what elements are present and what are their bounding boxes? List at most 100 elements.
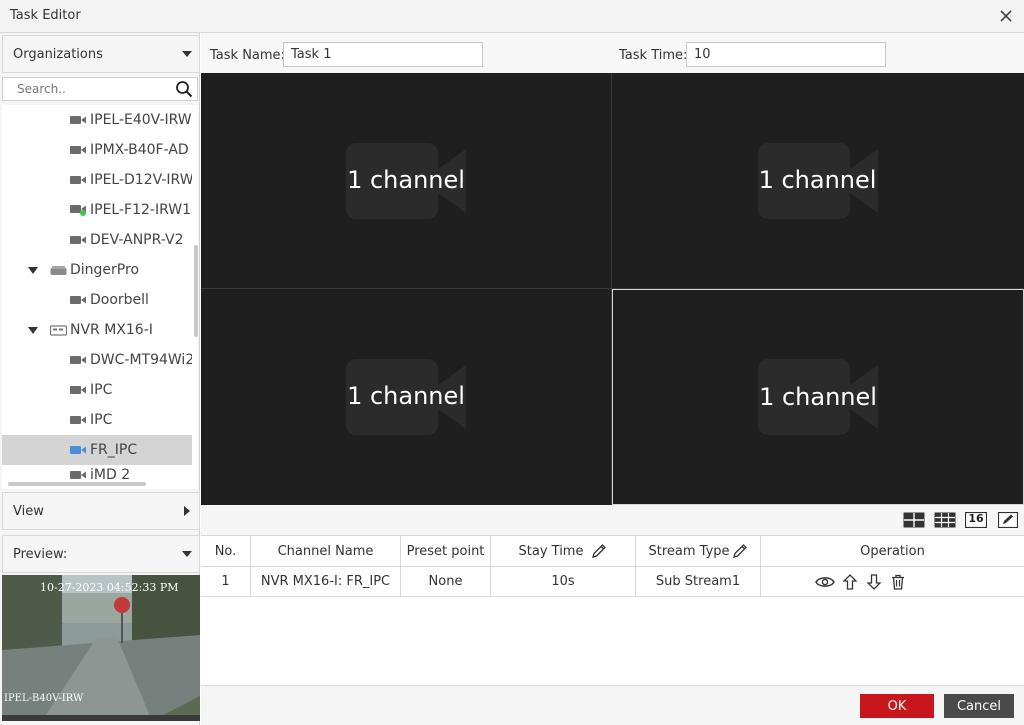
header-channel-name-label: Channel Name	[277, 543, 374, 559]
tree-item-camera[interactable]: IPEL-F12-IRW1	[2, 195, 192, 225]
tree-item-label: IPC	[90, 382, 113, 398]
camera-online-icon	[70, 204, 86, 216]
table-header: No. Channel Name Preset point Stay Time …	[201, 536, 1024, 567]
task-form: Task Name: Task Time:	[201, 33, 1024, 73]
device-icon	[50, 265, 67, 276]
tree-item-label: FR_IPC	[90, 442, 138, 458]
preview-video[interactable]: 10-27-2023 04:52:33 PM IPEL-B40V-IRW	[2, 575, 200, 721]
cell-preset-point[interactable]: None	[401, 567, 491, 596]
header-stay-time: Stay Time	[491, 536, 636, 566]
camera-icon	[70, 295, 86, 305]
organizations-dropdown[interactable]: Organizations	[2, 35, 200, 73]
table-row[interactable]: 1 NVR MX16-I: FR_IPC None 10s Sub Stream…	[201, 567, 1024, 597]
cell-stream-type[interactable]: Sub Stream1	[636, 567, 761, 596]
tree-item-camera[interactable]: DWC-MT94Wi2	[2, 345, 192, 375]
camera-icon	[70, 385, 86, 395]
dialog-footer: OK Cancel	[201, 685, 1024, 725]
pencil-edit-icon[interactable]	[732, 543, 748, 559]
search-icon[interactable]	[175, 80, 193, 102]
ok-button[interactable]: OK	[860, 694, 934, 718]
pencil-edit-icon[interactable]	[591, 543, 607, 559]
caret-right-icon	[175, 506, 199, 516]
preview-timestamp: 10-27-2023 04:52:33 PM	[40, 581, 179, 594]
cell-operation	[761, 567, 1024, 596]
move-down-icon[interactable]	[865, 573, 883, 591]
header-no: No.	[201, 536, 251, 566]
header-operation: Operation	[761, 536, 1024, 566]
close-icon[interactable]	[996, 6, 1016, 26]
grid-2x2-icon[interactable]	[903, 511, 925, 529]
tree-item-label: IPEL-F12-IRW1	[90, 202, 191, 218]
tree-item-label: Doorbell	[90, 292, 149, 308]
nvr-icon	[50, 324, 67, 336]
tree-item-camera[interactable]: IPEL-D12V-IRW	[2, 165, 192, 195]
trash-delete-icon[interactable]	[889, 573, 907, 591]
cell-channel-name: NVR MX16-I: FR_IPC	[251, 567, 401, 596]
view-panel-header[interactable]: View	[2, 492, 200, 530]
tree-item-label: DEV-ANPR-V2	[90, 232, 184, 248]
search-box	[2, 77, 198, 101]
video-cell[interactable]: 1 channel	[612, 73, 1023, 289]
header-stream-type-label: Stream Type	[648, 543, 730, 559]
preview-panel-header[interactable]: Preview:	[2, 535, 200, 573]
video-cell[interactable]: 1 channel	[201, 73, 612, 289]
caret-down-icon	[175, 51, 199, 57]
tree-item-camera-selected[interactable]: FR_IPC	[2, 435, 192, 465]
header-preset-point: Preset point	[401, 536, 491, 566]
move-up-icon[interactable]	[841, 573, 859, 591]
grid-16-label: 16	[968, 512, 984, 525]
camera-icon	[70, 145, 86, 155]
tree-item-camera[interactable]: IPEL-E40V-IRW	[2, 105, 192, 135]
camera-icon	[70, 175, 86, 185]
camera-icon	[70, 115, 86, 125]
camera-icon	[70, 415, 86, 425]
tree-vertical-scrollbar[interactable]	[194, 245, 198, 337]
cancel-button[interactable]: Cancel	[944, 694, 1014, 718]
tree-item-label: IPMX-B40F-AD	[90, 142, 189, 158]
tree-item-device[interactable]: DingerPro	[2, 255, 192, 285]
cell-stay-time[interactable]: 10s	[491, 567, 636, 596]
header-stay-time-label: Stay Time	[518, 543, 584, 559]
tree-item-label: IPEL-E40V-IRW	[90, 112, 192, 128]
tree-horizontal-scrollbar[interactable]	[8, 482, 146, 486]
channel-label: 1 channel	[347, 382, 465, 410]
task-time-label: Task Time:	[619, 48, 688, 63]
search-input[interactable]	[3, 78, 173, 100]
camera-selected-icon	[70, 445, 86, 455]
preview-label: Preview:	[13, 546, 68, 562]
task-time-input[interactable]	[686, 42, 886, 67]
tree-item-camera[interactable]: DEV-ANPR-V2	[2, 225, 192, 255]
video-cell-active[interactable]: 1 channel	[612, 289, 1024, 505]
tree-item-label: IPEL-D12V-IRW	[90, 172, 192, 188]
title-bar: Task Editor	[0, 0, 1024, 33]
organizations-label: Organizations	[13, 46, 103, 62]
tree-item-label: IPC	[90, 412, 113, 428]
view-label: View	[13, 503, 44, 519]
caret-down-icon	[175, 551, 199, 557]
operation-icons	[814, 573, 907, 591]
grid-16-icon[interactable]: 16	[965, 511, 987, 529]
header-channel-name: Channel Name	[251, 536, 401, 566]
tree-item-camera[interactable]: IPMX-B40F-AD	[2, 135, 192, 165]
tree-item-camera[interactable]: IPC	[2, 405, 192, 435]
expand-arrow-icon[interactable]	[26, 263, 40, 277]
tree-item-camera[interactable]: IPC	[2, 375, 192, 405]
channel-label: 1 channel	[759, 383, 877, 411]
grid-3x3-icon[interactable]	[934, 511, 956, 529]
window-title: Task Editor	[10, 8, 81, 23]
device-tree: IPEL-E40V-IRW IPMX-B40F-AD IPEL-D12V-IRW…	[2, 105, 198, 489]
video-grid: 1 channel 1 channel 1 channel 1 channel	[201, 73, 1024, 505]
eye-preview-icon[interactable]	[814, 573, 835, 591]
video-cell[interactable]: 1 channel	[201, 289, 612, 505]
channel-table: No. Channel Name Preset point Stay Time …	[201, 535, 1024, 685]
tree-item-camera[interactable]: Doorbell	[2, 285, 192, 315]
channel-label: 1 channel	[758, 166, 877, 194]
task-name-label: Task Name:	[210, 48, 285, 63]
task-name-input[interactable]	[283, 42, 483, 67]
header-no-label: No.	[214, 543, 237, 559]
camera-icon	[70, 470, 86, 480]
tree-item-nvr[interactable]: NVR MX16-I	[2, 315, 192, 345]
header-operation-label: Operation	[860, 543, 925, 559]
custom-layout-edit-icon[interactable]	[997, 511, 1019, 529]
expand-arrow-icon[interactable]	[26, 323, 40, 337]
